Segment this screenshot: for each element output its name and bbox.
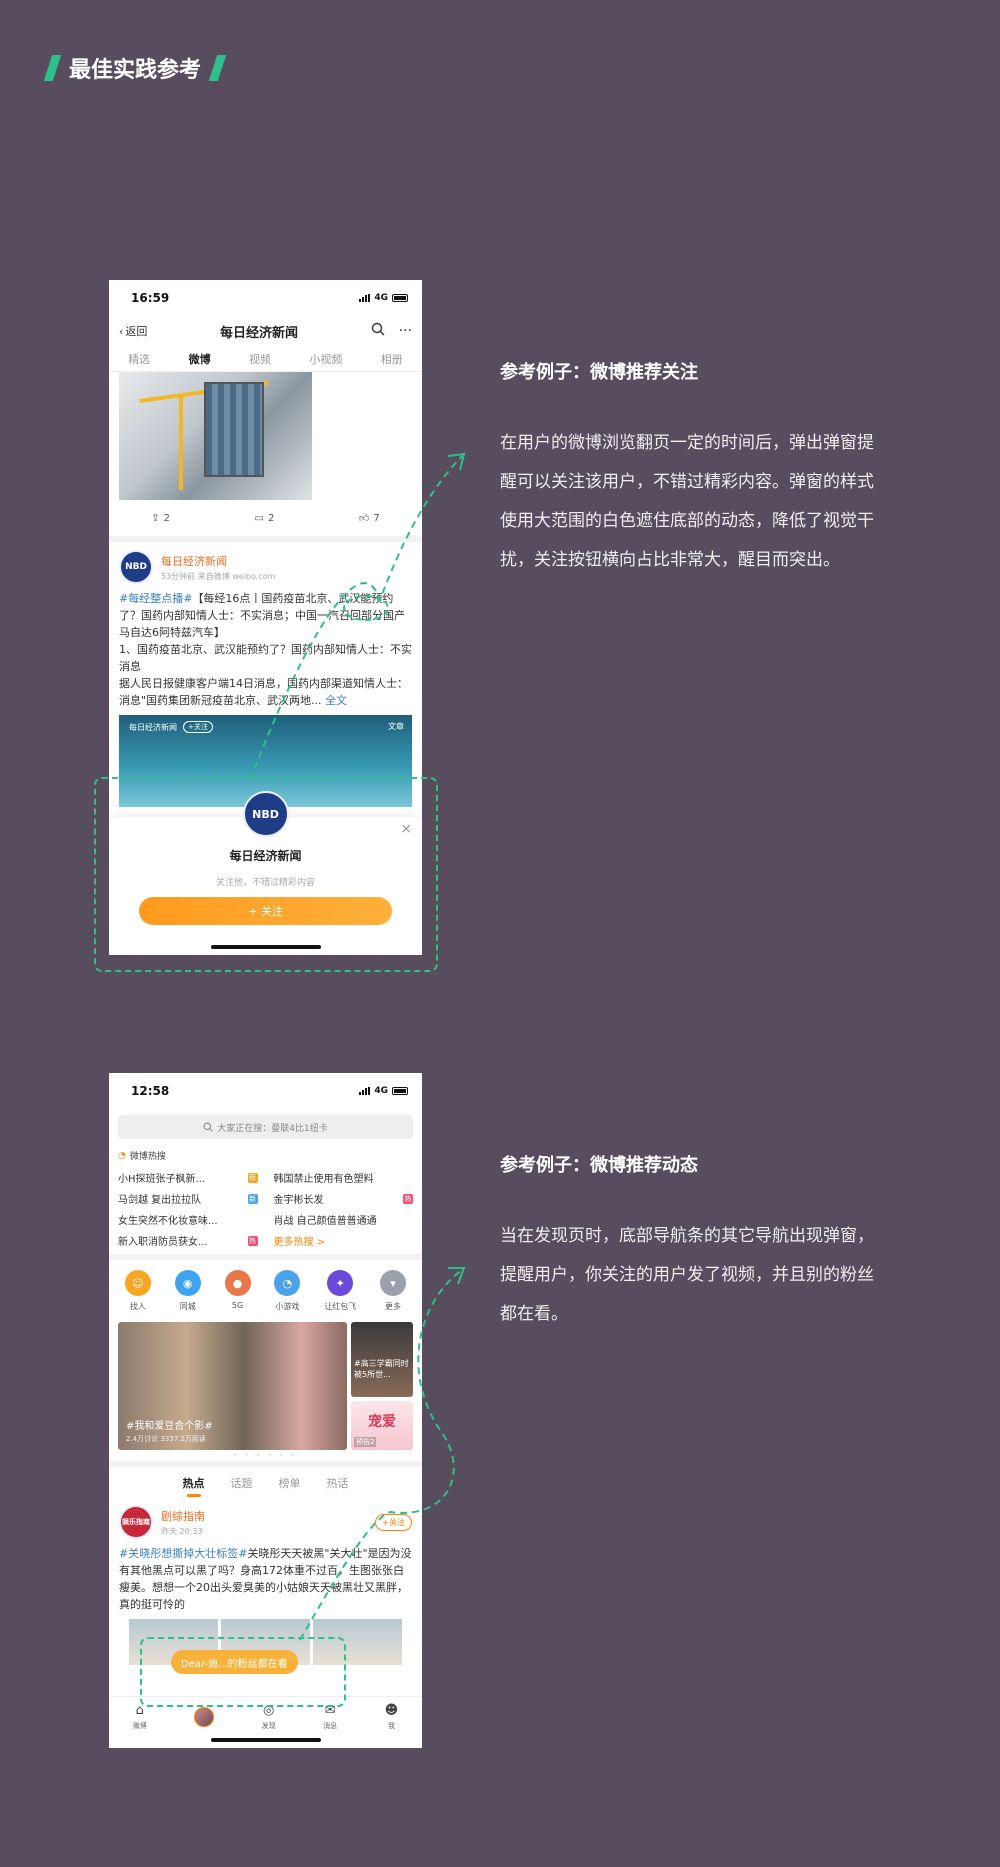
callout-arrow-2 — [299, 1269, 463, 1641]
example2-description: 当在发现页时，底部导航条的其它导航出现弹窗，提醒用户，你关注的用户发了视频，并且… — [500, 1226, 874, 1324]
example1-heading: 参考例子：微博推荐关注 — [500, 362, 698, 383]
example2-description-block: 参考例子：微博推荐动态 当在发现页时，底部导航条的其它导航出现弹窗，提醒用户，你… — [500, 1151, 890, 1334]
callout-arrows — [249, 452, 466, 1641]
example1-description: 在用户的微博浏览翻页一定的时间后，弹出弹窗提醒可以关注该用户，不错过精彩内容。弹… — [500, 433, 874, 570]
example2-heading: 参考例子：微博推荐动态 — [500, 1155, 698, 1176]
example1-description-block: 参考例子：微博推荐关注 在用户的微博浏览翻页一定的时间后，弹出弹窗提醒可以关注该… — [500, 358, 890, 580]
callout-arrow-1 — [249, 455, 463, 781]
